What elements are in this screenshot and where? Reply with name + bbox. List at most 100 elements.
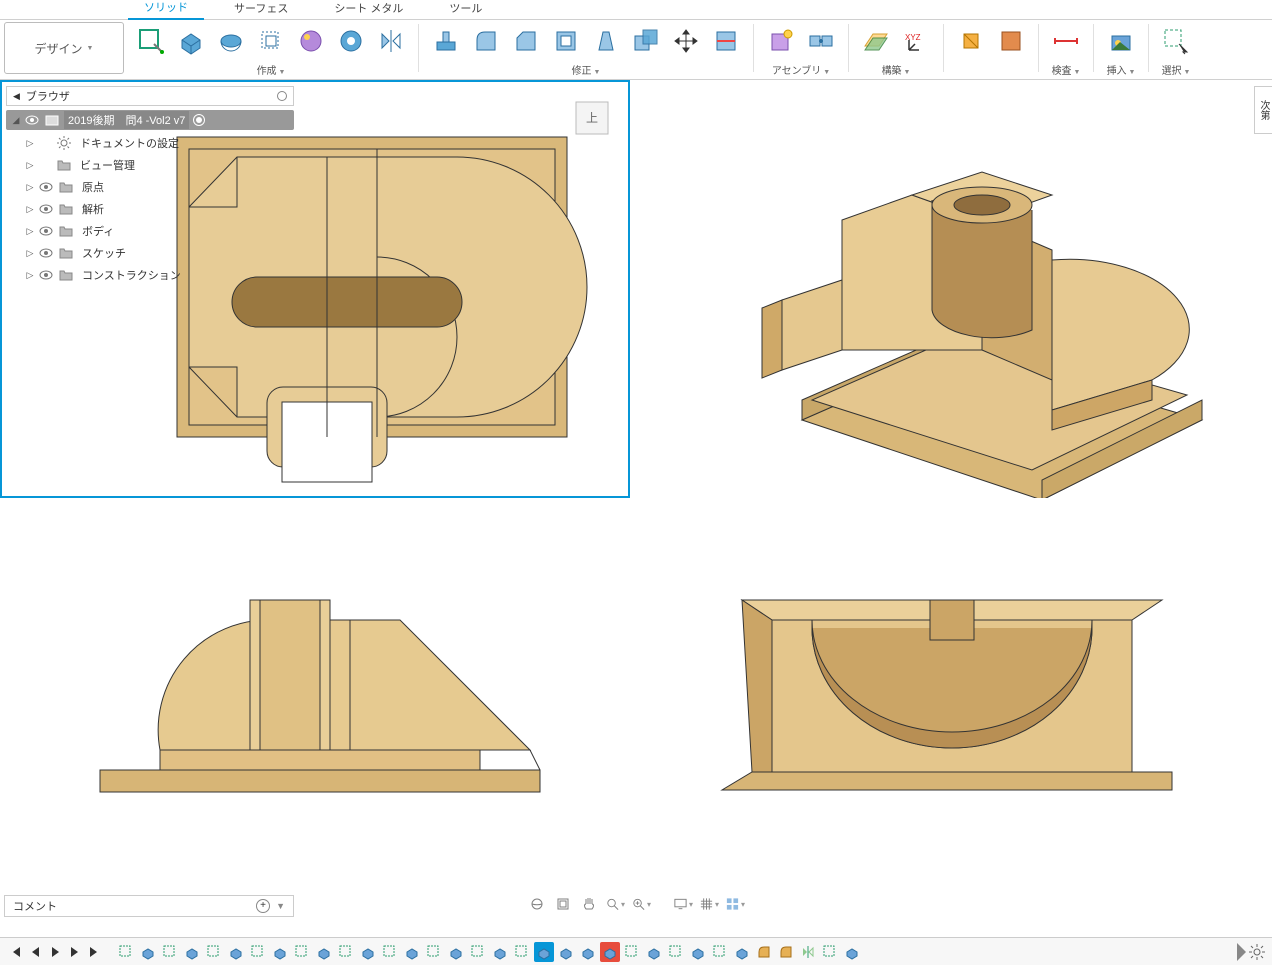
joint-icon[interactable] xyxy=(804,24,838,58)
timeline-feature-sketch[interactable] xyxy=(666,942,686,962)
new-component-icon[interactable] xyxy=(764,24,798,58)
browser-header[interactable]: ◀ ブラウザ xyxy=(6,86,294,106)
expand-icon[interactable]: ▷ xyxy=(24,204,36,215)
visibility-icon[interactable] xyxy=(38,267,54,283)
timeline-feature-sketch[interactable] xyxy=(622,942,642,962)
browser-settings-icon[interactable] xyxy=(277,91,287,101)
expand-icon[interactable]: ▷ xyxy=(24,248,36,259)
browser-item[interactable]: ▷ボディ xyxy=(6,220,294,242)
browser-item[interactable]: ▷ドキュメントの設定 xyxy=(6,132,294,154)
viewport-top[interactable]: 上 ◀ ブラウザ ◢ 2019後期 問4 -Vol2 v7 ▷ドキュメントの設定… xyxy=(0,80,630,498)
activate-radio-icon[interactable] xyxy=(193,114,205,126)
timeline-feature-sketch[interactable] xyxy=(204,942,224,962)
timeline-play-icon[interactable] xyxy=(46,943,64,961)
browser-item[interactable]: ▷スケッチ xyxy=(6,242,294,264)
expand-icon[interactable]: ▷ xyxy=(24,182,36,193)
timeline-feature-extrude[interactable] xyxy=(314,942,334,962)
pan-icon[interactable] xyxy=(579,894,599,914)
expand-icon[interactable]: ▷ xyxy=(24,160,36,171)
timeline-feature-sketch[interactable] xyxy=(710,942,730,962)
add-comment-icon[interactable]: + xyxy=(256,899,270,913)
side-flyout-tab[interactable]: 次第 xyxy=(1254,86,1272,134)
shell-icon[interactable] xyxy=(549,24,583,58)
timeline-prev-icon[interactable] xyxy=(26,943,44,961)
timeline-feature-extrude[interactable] xyxy=(556,942,576,962)
visibility-icon[interactable] xyxy=(38,179,54,195)
timeline-feature-extrude[interactable] xyxy=(226,942,246,962)
visibility-icon[interactable] xyxy=(38,223,54,239)
timeline-feature-extrude[interactable] xyxy=(446,942,466,962)
ribbon-group-modify-label[interactable]: 修正 xyxy=(572,62,601,77)
ribbon-group-inspect-label[interactable]: 検査 xyxy=(1052,62,1081,77)
timeline-feature-sketch[interactable] xyxy=(248,942,268,962)
timeline-feature-extrude[interactable] xyxy=(358,942,378,962)
viewport-right[interactable] xyxy=(632,500,1272,891)
timeline-feature-extrude[interactable] xyxy=(182,942,202,962)
timeline-feature-sketch[interactable] xyxy=(468,942,488,962)
timeline-feature-sketch[interactable] xyxy=(160,942,180,962)
timeline-end-icon[interactable] xyxy=(86,943,104,961)
timeline-feature-extrude[interactable] xyxy=(270,942,290,962)
timeline-feature-extrude[interactable] xyxy=(644,942,664,962)
insert-icon[interactable] xyxy=(1104,24,1138,58)
ribbon-group-create-label[interactable]: 作成 xyxy=(257,62,286,77)
timeline-feature-extrude[interactable] xyxy=(732,942,752,962)
visibility-icon[interactable] xyxy=(38,201,54,217)
visibility-icon[interactable] xyxy=(38,245,54,261)
visibility-icon[interactable] xyxy=(24,112,40,128)
sketch-icon[interactable] xyxy=(134,24,168,58)
timeline-feature-sketch[interactable] xyxy=(512,942,532,962)
expand-icon[interactable]: ▷ xyxy=(24,270,36,281)
section-icon[interactable] xyxy=(954,24,988,58)
chamfer-icon[interactable] xyxy=(509,24,543,58)
ribbon-group-assemble-label[interactable]: アセンブリ xyxy=(772,62,830,77)
browser-item[interactable]: ▷コンストラクション xyxy=(6,264,294,286)
expand-icon[interactable]: ◢ xyxy=(10,115,22,126)
timeline-feature-extrude[interactable] xyxy=(490,942,510,962)
timeline-feature-fillet[interactable] xyxy=(754,942,774,962)
timeline-feature-sketch[interactable] xyxy=(820,942,840,962)
timeline-next-icon[interactable] xyxy=(66,943,84,961)
timeline-feature-extrude[interactable] xyxy=(402,942,422,962)
timeline-feature-fillet[interactable] xyxy=(776,942,796,962)
comments-collapse-icon[interactable]: ▼ xyxy=(276,901,285,911)
measure-icon[interactable] xyxy=(1049,24,1083,58)
timeline-feature-extrude[interactable] xyxy=(842,942,862,962)
select-icon[interactable] xyxy=(1159,24,1193,58)
fillet-icon[interactable] xyxy=(469,24,503,58)
loft-icon[interactable] xyxy=(294,24,328,58)
axis-icon[interactable]: XYZ xyxy=(899,24,933,58)
timeline-feature-sketch[interactable] xyxy=(380,942,400,962)
extrude-icon[interactable] xyxy=(174,24,208,58)
timeline-feature-sketch[interactable] xyxy=(336,942,356,962)
browser-root[interactable]: ◢ 2019後期 問4 -Vol2 v7 xyxy=(6,110,294,130)
browser-collapse-icon[interactable]: ◀ xyxy=(13,91,20,102)
display-icon[interactable] xyxy=(673,894,693,914)
timeline-settings-icon[interactable] xyxy=(1248,943,1266,961)
timeline-feature-extrude[interactable] xyxy=(534,942,554,962)
combine-icon[interactable] xyxy=(629,24,663,58)
viewport-iso[interactable] xyxy=(632,80,1272,498)
ribbon-group-insert-label[interactable]: 挿入 xyxy=(1107,62,1136,77)
sweep-icon[interactable] xyxy=(254,24,288,58)
tab-tools[interactable]: ツール xyxy=(433,0,498,19)
viewcube[interactable]: 上 xyxy=(570,96,614,140)
expand-icon[interactable]: ▷ xyxy=(24,138,36,149)
move-icon[interactable] xyxy=(669,24,703,58)
ribbon-group-construct-label[interactable]: 構築 xyxy=(882,62,911,77)
revolve-icon[interactable] xyxy=(214,24,248,58)
timeline-marker-icon[interactable] xyxy=(1237,943,1246,961)
tab-surface[interactable]: サーフェス xyxy=(218,0,304,19)
mirror-icon[interactable] xyxy=(374,24,408,58)
tab-solid[interactable]: ソリッド xyxy=(128,0,204,20)
browser-item[interactable]: ▷解析 xyxy=(6,198,294,220)
lookAt-icon[interactable] xyxy=(553,894,573,914)
viewports-icon[interactable] xyxy=(725,894,745,914)
browser-item[interactable]: ▷ビュー管理 xyxy=(6,154,294,176)
timeline-feature-sketch[interactable] xyxy=(292,942,312,962)
comments-bar[interactable]: コメント + ▼ xyxy=(4,895,294,917)
zoom-icon[interactable] xyxy=(605,894,625,914)
timeline-feature-extrude[interactable] xyxy=(688,942,708,962)
plane-icon[interactable] xyxy=(859,24,893,58)
hole-icon[interactable] xyxy=(334,24,368,58)
